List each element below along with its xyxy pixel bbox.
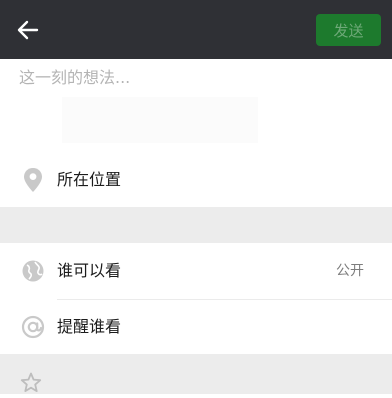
mention-label: 提醒谁看 bbox=[57, 317, 122, 336]
globe-icon bbox=[20, 258, 46, 284]
send-button[interactable]: 发送 bbox=[316, 14, 381, 46]
location-pin-icon bbox=[20, 167, 46, 193]
visibility-label: 谁可以看 bbox=[57, 261, 122, 280]
image-area[interactable] bbox=[62, 97, 258, 143]
section-gap bbox=[0, 207, 392, 243]
top-bar: 发送 bbox=[0, 0, 392, 59]
location-label: 所在位置 bbox=[57, 170, 122, 189]
moment-text-input[interactable] bbox=[19, 64, 374, 90]
section-gap-bottom bbox=[0, 354, 392, 394]
compose-area bbox=[0, 59, 392, 146]
star-icon[interactable] bbox=[20, 372, 42, 394]
row-divider bbox=[57, 299, 392, 300]
arrow-left-icon bbox=[17, 20, 39, 40]
visibility-row[interactable]: 谁可以看 公开 bbox=[0, 246, 392, 296]
back-button[interactable] bbox=[12, 15, 44, 45]
at-sign-icon bbox=[20, 314, 46, 340]
location-row[interactable]: 所在位置 bbox=[0, 155, 392, 205]
visibility-value: 公开 bbox=[336, 263, 364, 279]
mention-row[interactable]: 提醒谁看 bbox=[0, 302, 392, 352]
